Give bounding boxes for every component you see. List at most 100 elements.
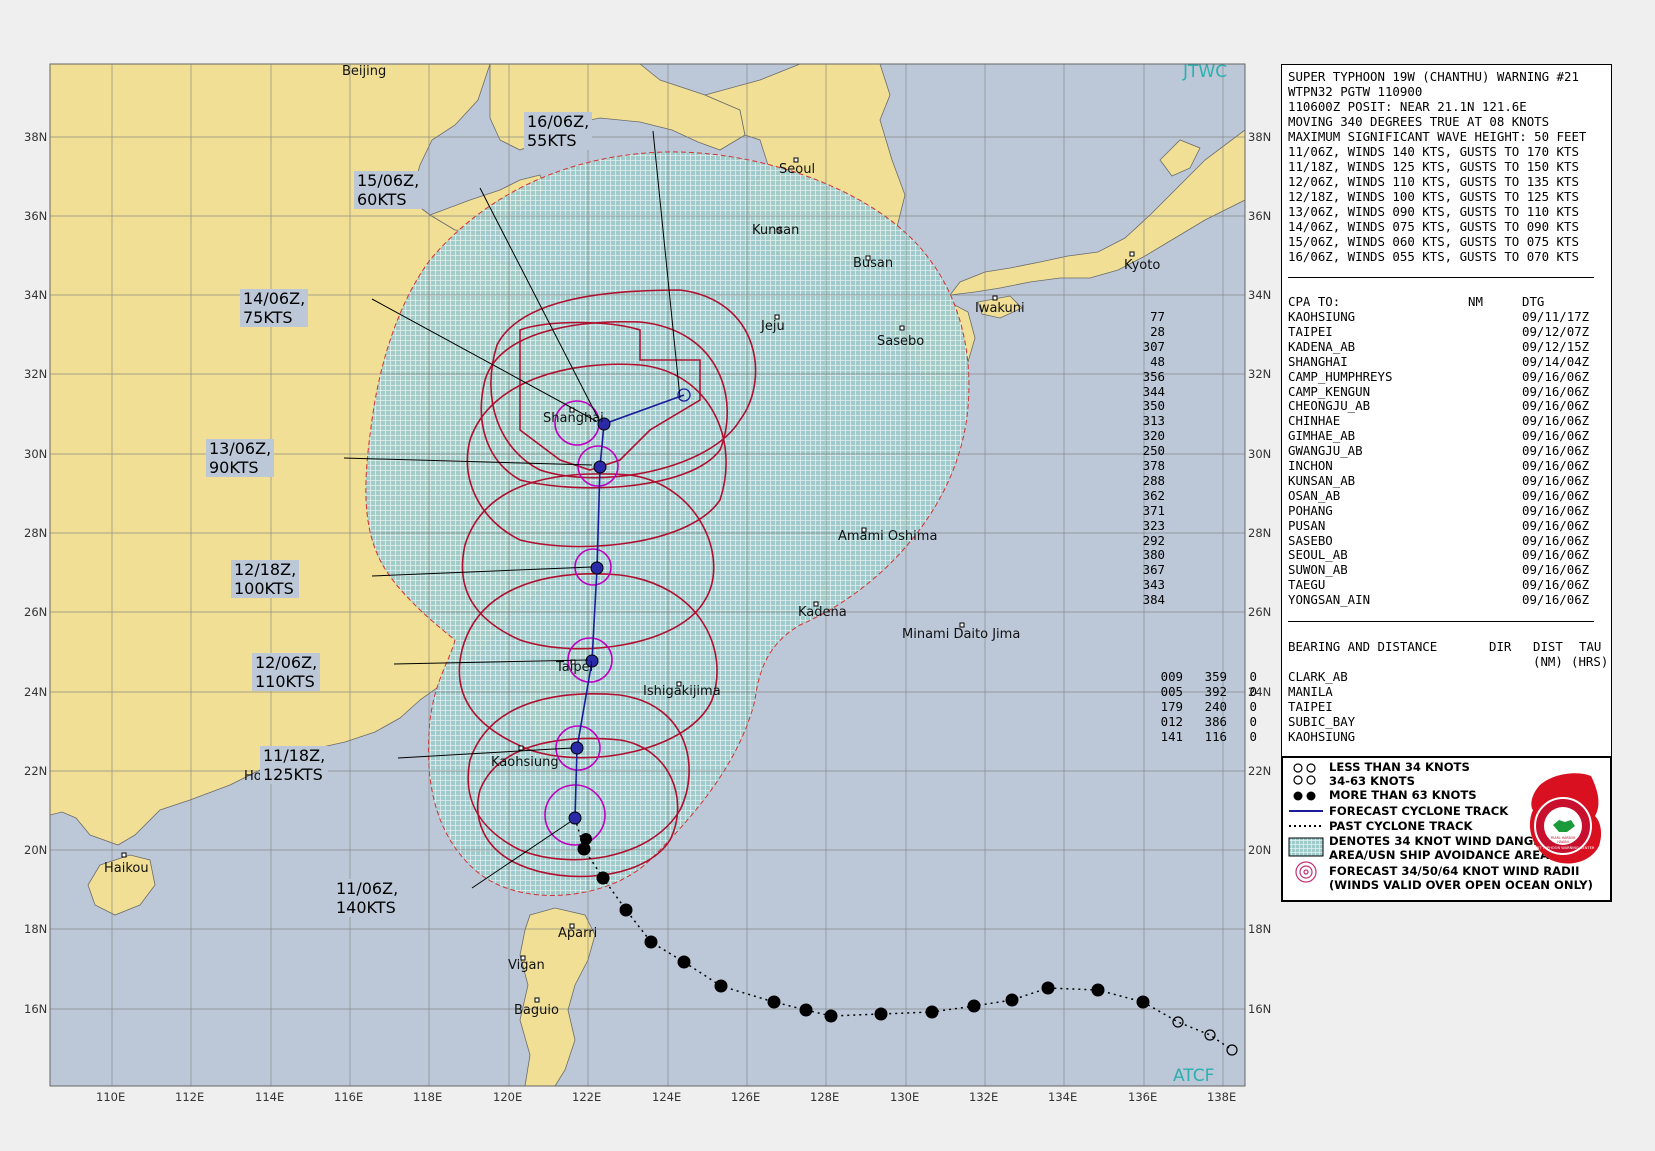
cpa-row-dtg: 09/16/06Z — [1522, 472, 1590, 488]
seal-text: JOINT TYPHOON WARNING CENTER — [1531, 846, 1595, 850]
cpa-header-name: CPA TO: — [1288, 294, 1341, 309]
cpa-row-nm: 350 — [1142, 398, 1165, 414]
warning-line: 13/06Z, WINDS 090 KTS, GUSTS TO 110 KTS — [1288, 204, 1579, 219]
warning-title: SUPER TYPHOON 19W (CHANTHU) WARNING #21 — [1288, 69, 1579, 84]
divider — [1288, 277, 1594, 278]
cpa-row-dtg: 09/16/06Z — [1522, 502, 1590, 518]
cpa-row-name: TAIPEI — [1288, 323, 1333, 339]
forecast-label: 15/06Z, 60KTS — [354, 171, 423, 209]
legend-symbols — [1288, 763, 1324, 883]
divider — [1288, 621, 1594, 622]
forecast-label: 12/18Z, 100KTS — [231, 560, 300, 598]
bearing-row-dist: 392 — [1204, 684, 1227, 699]
cpa-row-nm: 307 — [1142, 338, 1165, 354]
cpa-row-nm: 77 — [1150, 309, 1165, 324]
cpa-row-dtg: 09/16/06Z — [1522, 413, 1590, 429]
cpa-header-dtg: DTG — [1522, 294, 1545, 309]
bearing-row-dir: 179 — [1160, 699, 1183, 714]
cpa-row-nm: 343 — [1142, 577, 1165, 593]
cpa-row-name: POHANG — [1288, 502, 1333, 518]
cpa-row-nm: 367 — [1142, 562, 1165, 578]
cpa-row-name: SUWON_AB — [1288, 562, 1348, 578]
warning-line: 12/06Z, WINDS 110 KTS, GUSTS TO 135 KTS — [1288, 174, 1579, 189]
bearing-row-tau: 0 — [1249, 729, 1257, 744]
forecast-label: 11/18Z, 125KTS — [260, 746, 329, 784]
cpa-row-name: CHINHAE — [1288, 413, 1341, 429]
forecast-label: 14/06Z, 75KTS — [240, 289, 309, 327]
cpa-header-nm: NM — [1468, 294, 1483, 309]
cpa-row-nm: 384 — [1142, 592, 1165, 608]
bearing-row-name: SUBIC_BAY — [1288, 714, 1356, 729]
jtwc-seal: JOINT TYPHOON WARNING CENTER PEARL HARBO… — [1529, 773, 1602, 864]
cpa-row-dtg: 09/16/06Z — [1522, 547, 1590, 563]
cpa-row-name: SEOUL_AB — [1288, 547, 1348, 563]
bearing-row-name: KAOHSIUNG — [1288, 729, 1356, 744]
bearing-row-name: CLARK_AB — [1288, 669, 1348, 684]
forecast-label: 16/06Z, 55KTS — [524, 112, 593, 150]
bearing-row-dir: 009 — [1160, 669, 1183, 684]
cpa-row-name: TAEGU — [1288, 577, 1326, 593]
cpa-row-dtg: 09/16/06Z — [1522, 562, 1590, 578]
cpa-row-dtg: 09/12/15Z — [1522, 338, 1590, 354]
forecast-label: 12/06Z, 110KTS — [252, 653, 321, 691]
legend-item-open-ocean: (WINDS VALID OVER OPEN OCEAN ONLY) — [1329, 878, 1593, 892]
cpa-row-name: SHANGHAI — [1288, 353, 1348, 369]
bearing-row-dist: 386 — [1204, 714, 1227, 729]
bearing-row-tau: 0 — [1249, 684, 1257, 699]
bearing-subheader-hrs: (HRS) — [1571, 654, 1609, 669]
legend-item-forecast-track: FORECAST CYCLONE TRACK — [1329, 804, 1509, 818]
warning-line: 11/18Z, WINDS 125 KTS, GUSTS TO 150 KTS — [1288, 159, 1579, 174]
bearing-row-tau: 0 — [1249, 699, 1257, 714]
bearing-header-tau: TAU — [1579, 639, 1602, 654]
cpa-row-name: OSAN_AB — [1288, 487, 1341, 503]
cpa-row-dtg: 09/16/06Z — [1522, 443, 1590, 459]
cpa-row-dtg: 09/12/07Z — [1522, 323, 1590, 339]
cpa-row-name: SASEBO — [1288, 532, 1333, 548]
cpa-row-name: GWANGJU_AB — [1288, 443, 1363, 459]
cpa-row-nm: 380 — [1142, 547, 1165, 563]
warning-line: 15/06Z, WINDS 060 KTS, GUSTS TO 075 KTS — [1288, 234, 1579, 249]
cpa-row-dtg: 09/16/06Z — [1522, 487, 1590, 503]
cpa-row-dtg: 09/16/06Z — [1522, 383, 1590, 399]
cpa-row-name: CHEONGJU_AB — [1288, 398, 1371, 414]
cpa-row-nm: 292 — [1142, 532, 1165, 548]
cpa-row-nm: 288 — [1142, 472, 1165, 488]
forecast-label: 11/06Z, 140KTS — [333, 879, 402, 917]
legend-item-less-34: LESS THAN 34 KNOTS — [1329, 760, 1470, 774]
warning-line: 11/06Z, WINDS 140 KTS, GUSTS TO 170 KTS — [1288, 144, 1579, 159]
cpa-row-name: PUSAN — [1288, 517, 1326, 533]
cpa-row-name: GIMHAE_AB — [1288, 428, 1356, 444]
bearing-row-name: TAIPEI — [1288, 699, 1333, 714]
bearing-row-dist: 359 — [1204, 669, 1227, 684]
cpa-row-nm: 323 — [1142, 517, 1165, 533]
bearing-row-tau: 0 — [1249, 669, 1257, 684]
cpa-row-dtg: 09/16/06Z — [1522, 398, 1590, 414]
legend-item-avoidance-area: AREA/USN SHIP AVOIDANCE AREA — [1329, 848, 1550, 862]
cpa-row-nm: 28 — [1150, 323, 1165, 339]
cpa-row-name: YONGSAN_AIN — [1288, 592, 1371, 608]
bearing-row-dist: 240 — [1204, 699, 1227, 714]
bearing-row-tau: 0 — [1249, 714, 1257, 729]
forecast-label: 13/06Z, 90KTS — [206, 439, 275, 477]
legend-item-danger-area: DENOTES 34 KNOT WIND DANGER — [1329, 834, 1551, 848]
bearing-row-name: MANILA — [1288, 684, 1333, 699]
cpa-row-nm: 344 — [1142, 383, 1165, 399]
cpa-row-dtg: 09/11/17Z — [1522, 309, 1590, 324]
cpa-row-nm: 320 — [1142, 428, 1165, 444]
cpa-row-name: CAMP_HUMPHREYS — [1288, 368, 1393, 384]
bearing-header-dist: DIST — [1533, 639, 1563, 654]
cpa-row-name: KUNSAN_AB — [1288, 472, 1356, 488]
legend-item-more-63: MORE THAN 63 KNOTS — [1329, 788, 1477, 802]
legend: LESS THAN 34 KNOTS 34-63 KNOTS MORE THAN… — [1281, 756, 1612, 902]
warning-line: 14/06Z, WINDS 075 KTS, GUSTS TO 090 KTS — [1288, 219, 1579, 234]
warning-line: 16/06Z, WINDS 055 KTS, GUSTS TO 070 KTS — [1288, 249, 1579, 264]
bearing-subheader-nm: (NM) — [1533, 654, 1563, 669]
cpa-row-name: CAMP_KENGUN — [1288, 383, 1371, 399]
cpa-row-dtg: 09/16/06Z — [1522, 428, 1590, 444]
bearing-row-dir: 005 — [1160, 684, 1183, 699]
cpa-row-dtg: 09/16/06Z — [1522, 532, 1590, 548]
cpa-row-nm: 378 — [1142, 458, 1165, 473]
cpa-row-nm: 356 — [1142, 368, 1165, 384]
cpa-row-nm: 48 — [1150, 353, 1165, 369]
warning-line: 12/18Z, WINDS 100 KTS, GUSTS TO 125 KTS — [1288, 189, 1579, 204]
